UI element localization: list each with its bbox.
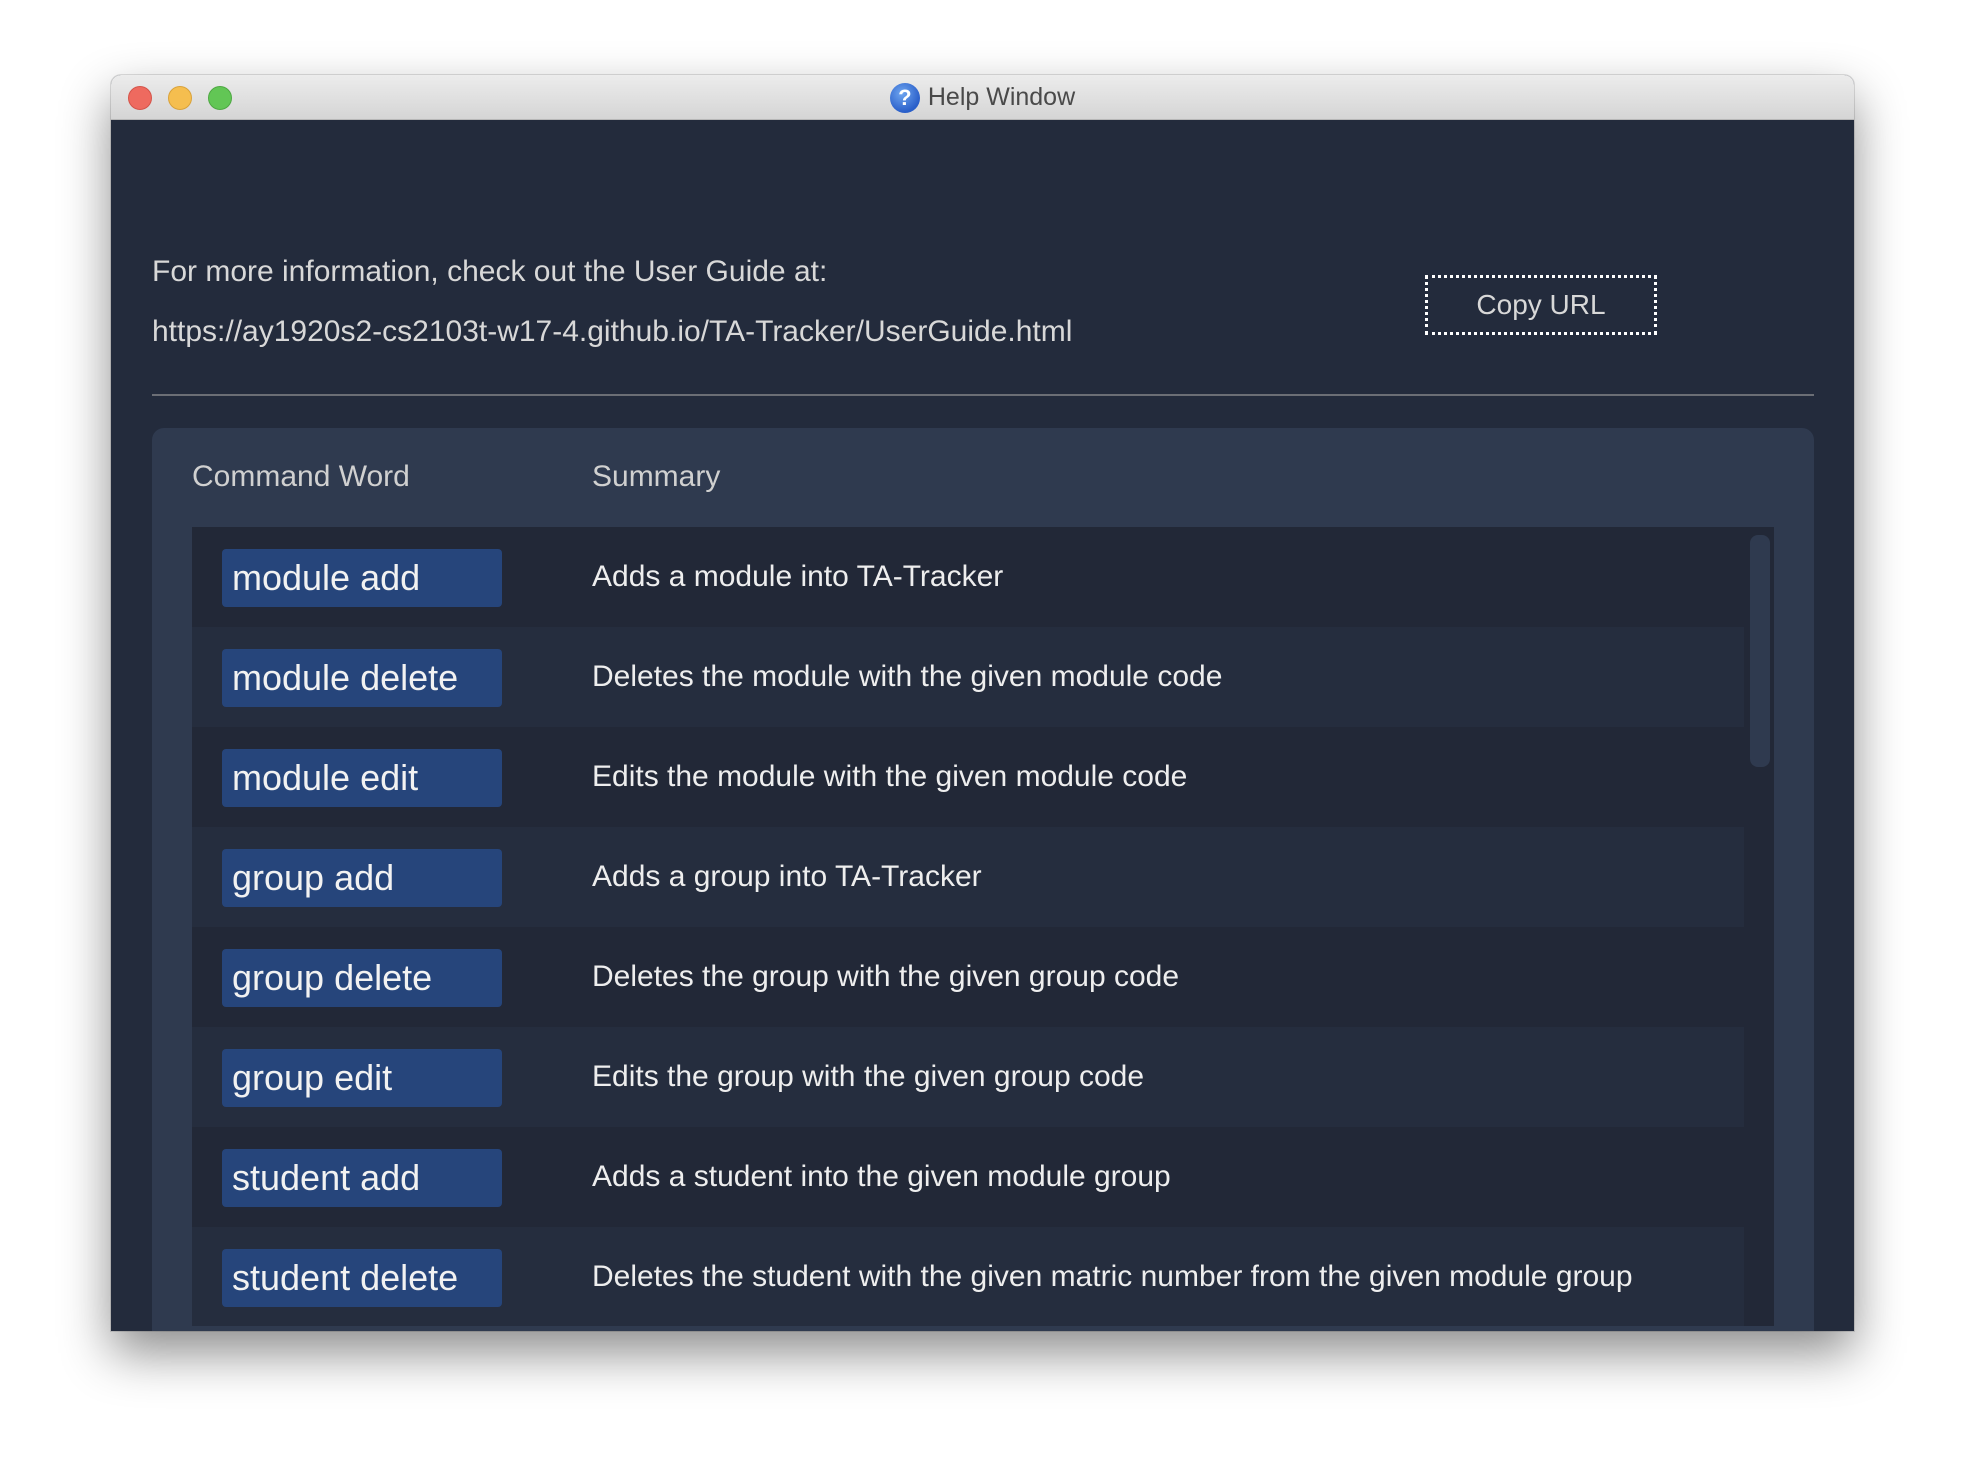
column-header-command-word[interactable]: Command Word: [192, 460, 410, 494]
summary-text: Adds a group into TA-Tracker: [592, 860, 982, 893]
table-row[interactable]: module edit Edits the module with the gi…: [192, 727, 1744, 827]
command-list[interactable]: module add Adds a module into TA-Tracker…: [192, 527, 1774, 1326]
command-summary: Adds a student into the given module gro…: [592, 1127, 1714, 1227]
title-bar[interactable]: ? Help Window: [111, 75, 1854, 120]
column-header-summary[interactable]: Summary: [592, 460, 720, 494]
summary-text: Deletes the group with the given group c…: [592, 960, 1180, 993]
command-word-badge: module delete: [222, 649, 502, 707]
table-row[interactable]: group edit Edits the group with the give…: [192, 1027, 1744, 1127]
table-row[interactable]: module delete Deletes the module with th…: [192, 627, 1744, 727]
command-summary: Adds a group into TA-Tracker: [592, 827, 1714, 927]
summary-text: Adds a module into TA-Tracker: [592, 560, 1004, 593]
summary-text: Edits the module with the given module c…: [592, 760, 1188, 793]
command-word-badge: module edit: [222, 749, 502, 807]
command-table: Command Word Summary module add Adds a m…: [152, 428, 1814, 1331]
command-word-badge: student delete: [222, 1249, 502, 1307]
command-word-badge: module add: [222, 549, 502, 607]
command-summary: Edits the group with the given group cod…: [592, 1027, 1714, 1127]
user-guide-url: https://ay1920s2-cs2103t-w17-4.github.io…: [152, 315, 1073, 348]
table-row[interactable]: group add Adds a group into TA-Tracker: [192, 827, 1744, 927]
command-word-badge: group edit: [222, 1049, 502, 1107]
command-summary: Deletes the group with the given group c…: [592, 927, 1714, 1027]
help-content: For more information, check out the User…: [111, 120, 1854, 1331]
copy-url-button[interactable]: Copy URL: [1425, 275, 1657, 335]
summary-text: Deletes the student with the given matri…: [592, 1260, 1633, 1293]
command-summary: Deletes the module with the given module…: [592, 627, 1714, 727]
command-word-badge: student add: [222, 1149, 502, 1207]
info-text: For more information, check out the User…: [152, 255, 828, 288]
window-title: ? Help Window: [111, 75, 1854, 120]
scrollbar-thumb[interactable]: [1750, 535, 1770, 767]
help-window: ? Help Window For more information, chec…: [111, 75, 1854, 1331]
table-row[interactable]: student add Adds a student into the give…: [192, 1127, 1744, 1227]
table-row[interactable]: student delete Deletes the student with …: [192, 1227, 1744, 1326]
separator: [152, 394, 1814, 396]
command-word-badge: group add: [222, 849, 502, 907]
table-row[interactable]: module add Adds a module into TA-Tracker: [192, 527, 1744, 627]
help-question-icon: ?: [889, 82, 920, 113]
vertical-scrollbar[interactable]: [1744, 527, 1774, 1326]
summary-text: Adds a student into the given module gro…: [592, 1160, 1171, 1193]
window-title-text: Help Window: [927, 83, 1076, 111]
command-summary: Edits the module with the given module c…: [592, 727, 1714, 827]
summary-text: Deletes the module with the given module…: [592, 660, 1223, 693]
summary-text: Edits the group with the given group cod…: [592, 1060, 1145, 1093]
command-word-badge: group delete: [222, 949, 502, 1007]
table-row[interactable]: group delete Deletes the group with the …: [192, 927, 1744, 1027]
command-summary: Deletes the student with the given matri…: [592, 1227, 1714, 1326]
command-summary: Adds a module into TA-Tracker: [592, 527, 1714, 627]
